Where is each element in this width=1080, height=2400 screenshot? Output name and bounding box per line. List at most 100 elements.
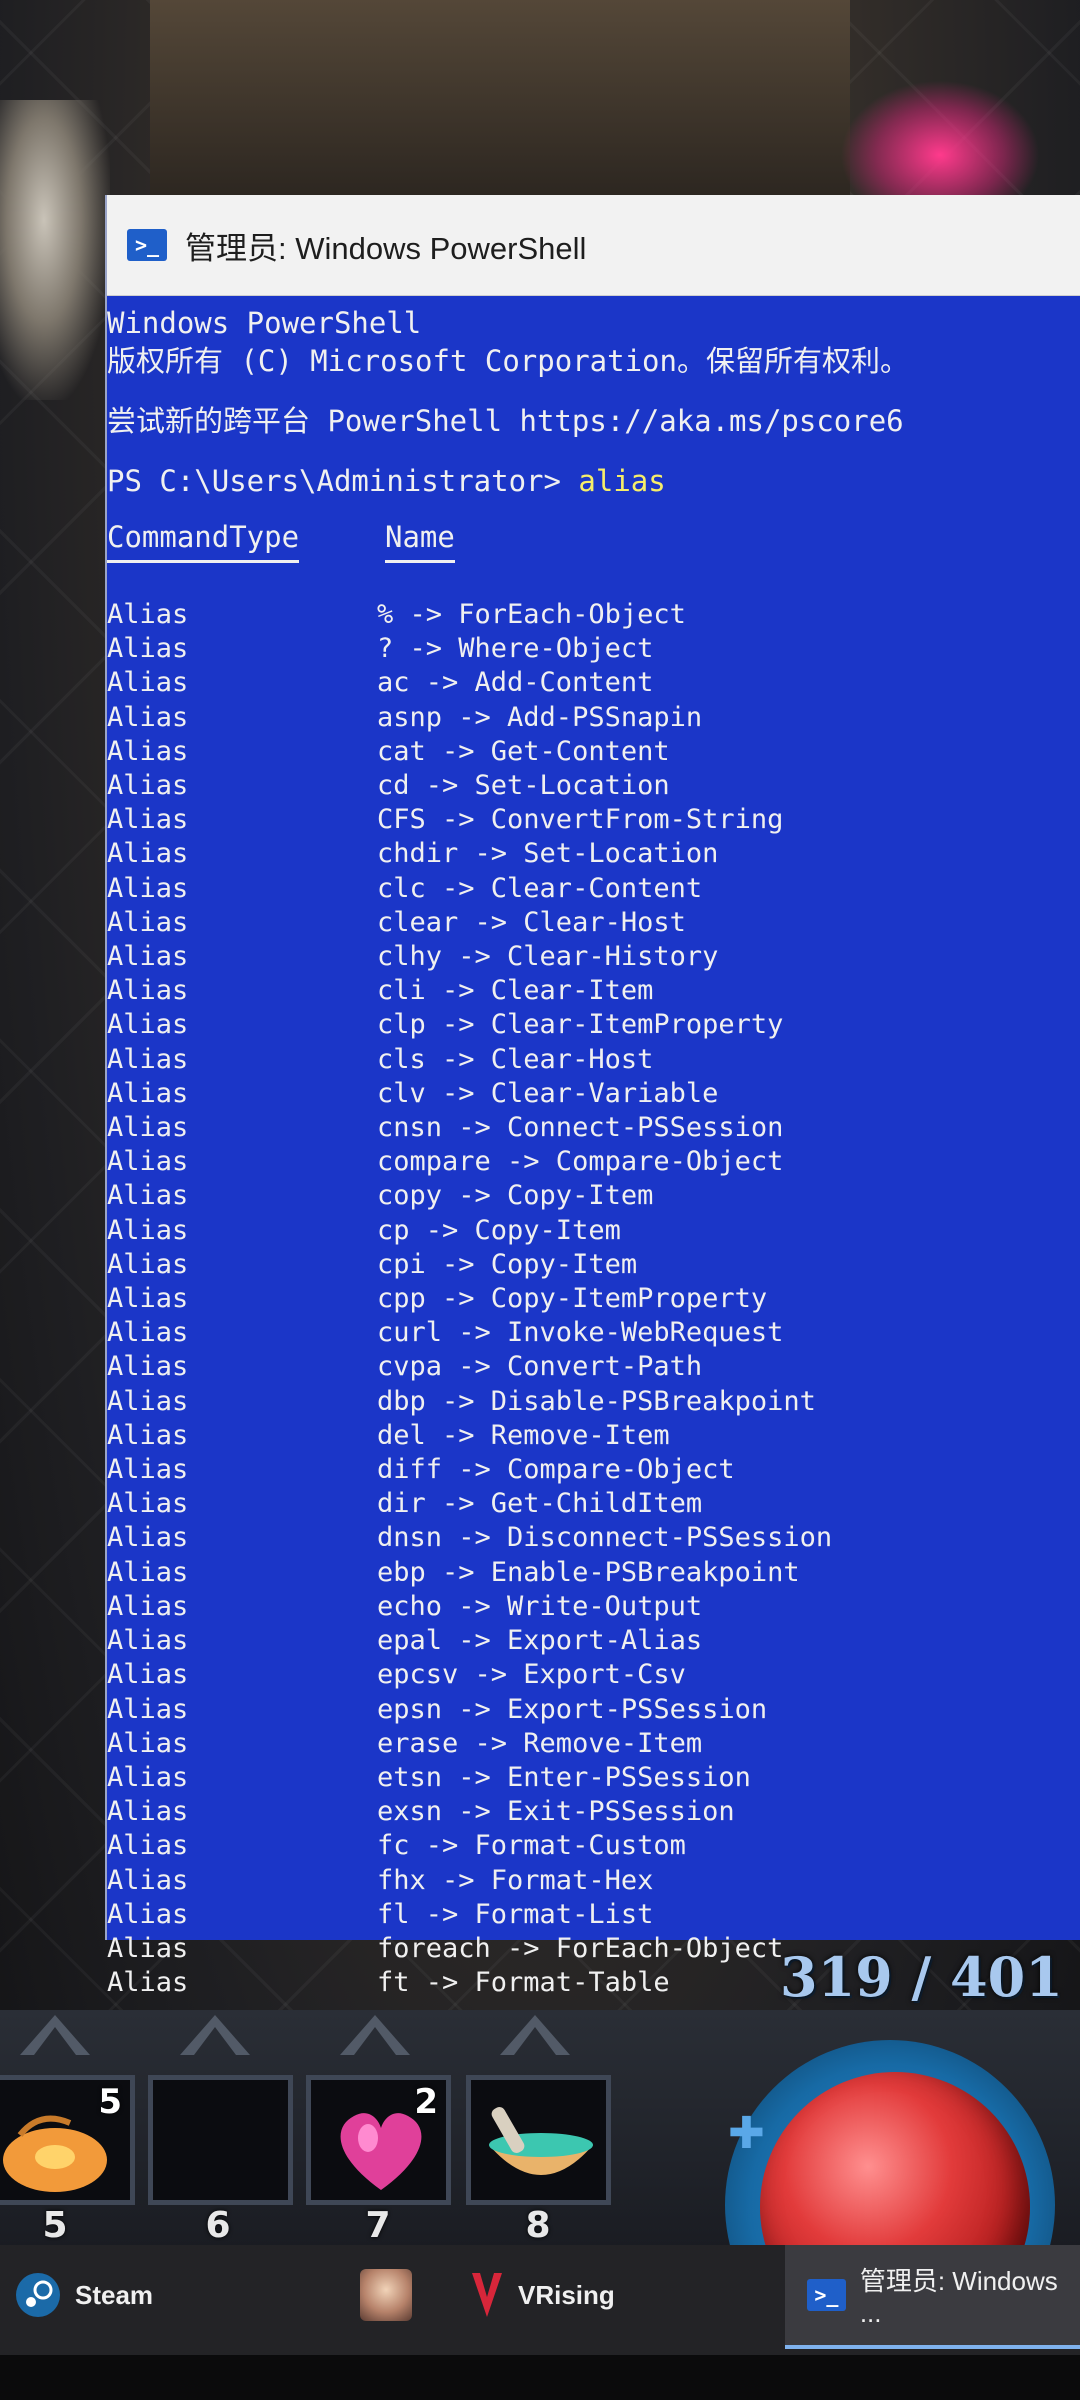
command-type-cell: Alias bbox=[107, 872, 189, 904]
alias-name-cell: % -> ForEach-Object bbox=[377, 599, 686, 630]
taskbar-steam[interactable]: Steam bbox=[15, 2245, 153, 2345]
command-type-cell: Alias bbox=[107, 1419, 189, 1451]
command-type-cell: Alias bbox=[107, 1283, 189, 1315]
alias-name-cell: fl -> Format-List bbox=[377, 1898, 654, 1930]
hotbar-slot-7[interactable]: 2 bbox=[306, 2075, 451, 2205]
hotbar-key: 5 bbox=[42, 2205, 68, 2246]
command-type-cell: Alias bbox=[107, 1556, 189, 1588]
table-row: Alias cp -> Copy-Item bbox=[107, 1214, 1080, 1248]
hotbar-key: 7 bbox=[365, 2205, 391, 2246]
table-row: Alias cd -> Set-Location bbox=[107, 769, 1080, 803]
table-row: Alias CFS -> ConvertFrom-String bbox=[107, 803, 1080, 837]
command-type-cell: Alias bbox=[107, 1625, 189, 1657]
taskbar-vrising[interactable]: VRising bbox=[470, 2245, 615, 2345]
mortar-bowl-icon bbox=[489, 2107, 593, 2175]
command-type-cell: Alias bbox=[107, 1248, 189, 1280]
command-type-cell: Alias bbox=[107, 1864, 189, 1896]
command-type-cell: Alias bbox=[107, 1967, 189, 1999]
alias-name-cell: cat -> Get-Content bbox=[377, 735, 670, 767]
prompt-text: PS C:\Users\Administrator> bbox=[107, 464, 579, 498]
copyright-line: 版权所有 (C) Microsoft Corporation。保留所有权利。 bbox=[107, 344, 909, 378]
console-output[interactable]: Windows PowerShell 版权所有 (C) Microsoft Co… bbox=[107, 296, 1080, 2000]
alias-name-cell: cnsn -> Connect-PSSession bbox=[377, 1112, 784, 1144]
table-row: Alias cls -> Clear-Host bbox=[107, 1043, 1080, 1077]
alias-name-cell: chdir -> Set-Location bbox=[377, 838, 719, 870]
user-avatar-icon bbox=[360, 2269, 412, 2321]
table-row: Alias fhx -> Format-Hex bbox=[107, 1864, 1080, 1898]
alias-name-cell: clv -> Clear-Variable bbox=[377, 1077, 719, 1109]
table-row: Alias epcsv -> Export-Csv bbox=[107, 1658, 1080, 1692]
table-row: Alias dnsn -> Disconnect-PSSession bbox=[107, 1521, 1080, 1555]
alias-name-cell: clp -> Clear-ItemProperty bbox=[377, 1009, 784, 1041]
command-type-cell: Alias bbox=[107, 633, 189, 665]
plus-icon: ✚ bbox=[728, 2108, 765, 2159]
taskbar-powershell[interactable]: >_ 管理员: Windows ... bbox=[785, 2245, 1080, 2349]
command-type-cell: Alias bbox=[107, 1522, 189, 1554]
vrising-icon bbox=[472, 2273, 502, 2317]
alias-name-cell: fhx -> Format-Hex bbox=[377, 1864, 654, 1896]
command-type-cell: Alias bbox=[107, 1385, 189, 1417]
command-type-cell: Alias bbox=[107, 1659, 189, 1691]
table-row: Alias clear -> Clear-Host bbox=[107, 906, 1080, 940]
command-type-cell: Alias bbox=[107, 599, 189, 630]
alias-name-cell: dbp -> Disable-PSBreakpoint bbox=[377, 1385, 816, 1417]
screen-bezel bbox=[0, 2355, 1080, 2400]
taskbar-label: Steam bbox=[75, 2279, 154, 2310]
powershell-window[interactable]: >_ 管理员: Windows PowerShell Windows Power… bbox=[105, 195, 1080, 1998]
taskbar-avatar-app[interactable] bbox=[360, 2245, 412, 2345]
command-type-cell: Alias bbox=[107, 1761, 189, 1793]
hotbar-slot-8[interactable] bbox=[466, 2075, 611, 2205]
alias-name-cell: ebp -> Enable-PSBreakpoint bbox=[377, 1556, 800, 1588]
table-row: Alias epsn -> Export-PSSession bbox=[107, 1693, 1080, 1727]
header-commandtype: CommandType bbox=[107, 520, 300, 563]
table-row: Alias chdir -> Set-Location bbox=[107, 837, 1080, 871]
command-type-cell: Alias bbox=[107, 1112, 189, 1144]
command-type-cell: Alias bbox=[107, 941, 189, 973]
health-value: 319 / 401 bbox=[780, 1945, 1063, 2009]
stone-arch bbox=[150, 0, 850, 206]
table-row: Alias echo -> Write-Output bbox=[107, 1590, 1080, 1624]
alias-name-cell: del -> Remove-Item bbox=[377, 1419, 670, 1451]
alias-table: Alias % -> ForEach-Object Alias ? -> Where-… bbox=[107, 598, 1080, 2000]
window-titlebar[interactable]: >_ 管理员: Windows PowerShell bbox=[107, 195, 1080, 296]
alias-name-cell: ac -> Add-Content bbox=[377, 667, 654, 699]
table-row: Alias dbp -> Disable-PSBreakpoint bbox=[107, 1385, 1080, 1419]
table-row: Alias compare -> Compare-Object bbox=[107, 1145, 1080, 1179]
command-type-cell: Alias bbox=[107, 906, 189, 938]
alias-name-cell: cli -> Clear-Item bbox=[377, 975, 654, 1007]
table-row: Alias ebp -> Enable-PSBreakpoint bbox=[107, 1556, 1080, 1590]
command-type-cell: Alias bbox=[107, 1009, 189, 1041]
table-row: Alias erase -> Remove-Item bbox=[107, 1727, 1080, 1761]
table-row: Alias etsn -> Enter-PSSession bbox=[107, 1761, 1080, 1795]
table-row: Alias fc -> Format-Custom bbox=[107, 1829, 1080, 1863]
command-type-cell: Alias bbox=[107, 1727, 189, 1759]
alias-name-cell: etsn -> Enter-PSSession bbox=[377, 1761, 751, 1793]
command-type-cell: Alias bbox=[107, 1932, 189, 1964]
table-row: Alias exsn -> Exit-PSSession bbox=[107, 1795, 1080, 1829]
powershell-icon: >_ bbox=[807, 2279, 846, 2311]
alias-name-cell: copy -> Copy-Item bbox=[377, 1180, 654, 1212]
powershell-icon: >_ bbox=[127, 229, 167, 261]
alias-name-cell: ? -> Where-Object bbox=[377, 633, 654, 665]
table-row: Alias ? -> Where-Object bbox=[107, 632, 1080, 666]
command-type-cell: Alias bbox=[107, 735, 189, 767]
table-row: Alias cpp -> Copy-ItemProperty bbox=[107, 1282, 1080, 1316]
alias-name-cell: asnp -> Add-PSSnapin bbox=[377, 701, 703, 733]
alias-name-cell: cp -> Copy-Item bbox=[377, 1214, 621, 1246]
alias-name-cell: epsn -> Export-PSSession bbox=[377, 1693, 768, 1725]
command-type-cell: Alias bbox=[107, 1898, 189, 1930]
command-type-cell: Alias bbox=[107, 838, 189, 870]
table-row: Alias % -> ForEach-Object bbox=[107, 598, 1080, 632]
slot-count: 5 bbox=[98, 2082, 122, 2122]
hotbar-slot-5[interactable]: 5 bbox=[0, 2075, 135, 2205]
table-row: Alias copy -> Copy-Item bbox=[107, 1179, 1080, 1213]
hotbar-slot-6[interactable] bbox=[148, 2075, 293, 2205]
command-type-cell: Alias bbox=[107, 701, 189, 733]
table-row: Alias asnp -> Add-PSSnapin bbox=[107, 701, 1080, 735]
command-type-cell: Alias bbox=[107, 1351, 189, 1383]
alias-name-cell: echo -> Write-Output bbox=[377, 1590, 703, 1622]
table-row: Alias cpi -> Copy-Item bbox=[107, 1248, 1080, 1282]
prompt-line: PS C:\Users\Administrator> alias bbox=[107, 462, 1080, 500]
alias-name-cell: clc -> Clear-Content bbox=[377, 872, 703, 904]
typed-command: alias bbox=[578, 464, 666, 498]
